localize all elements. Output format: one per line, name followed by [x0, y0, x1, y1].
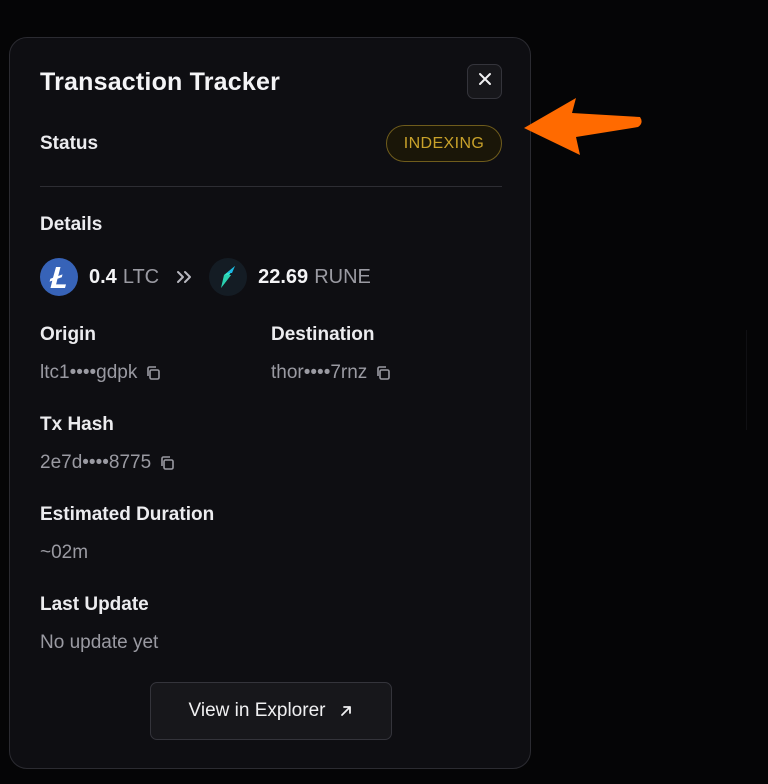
external-link-icon — [339, 704, 353, 718]
explorer-button-label: View in Explorer — [188, 700, 326, 721]
copy-icon[interactable] — [375, 365, 391, 381]
copy-icon[interactable] — [159, 455, 175, 471]
close-button[interactable] — [467, 64, 502, 99]
tx-hash-label: Tx Hash — [40, 414, 114, 435]
origin-address: ltc1••••gdpk — [40, 362, 161, 384]
divider — [746, 330, 747, 430]
destination-address: thor••••7rnz — [271, 362, 391, 384]
from-ticker: LTC — [122, 265, 160, 288]
estimated-duration-label: Estimated Duration — [40, 504, 215, 525]
destination-label: Destination — [271, 324, 375, 345]
swap-summary: 0.4 LTC 22.69 RUNE — [40, 258, 371, 296]
status-badge: INDEXING — [386, 125, 502, 162]
close-icon — [477, 71, 493, 92]
copy-icon[interactable] — [145, 365, 161, 381]
divider — [40, 186, 502, 187]
screen: Transaction Tracker Status INDEXING Deta… — [0, 0, 768, 784]
view-in-explorer-button[interactable]: View in Explorer — [150, 682, 392, 740]
status-label: Status — [40, 133, 99, 154]
last-update-value: No update yet — [40, 632, 159, 653]
details-label: Details — [40, 214, 103, 235]
to-ticker: RUNE — [314, 265, 371, 288]
tx-hash-value: 2e7d••••8775 — [40, 452, 152, 473]
from-amount: 0.4 — [89, 265, 117, 288]
to-amount: 22.69 — [258, 265, 309, 288]
estimated-duration-value: ~02m — [40, 542, 89, 563]
last-update-label: Last Update — [40, 594, 149, 615]
tx-hash: 2e7d••••8775 — [40, 452, 175, 474]
transaction-tracker-panel: Transaction Tracker Status INDEXING Deta… — [9, 37, 531, 769]
destination-value: thor••••7rnz — [271, 362, 368, 383]
arrow-pointer-icon — [520, 95, 646, 164]
origin-value: ltc1••••gdpk — [40, 362, 138, 383]
origin-label: Origin — [40, 324, 96, 345]
double-chevron-right-icon — [175, 269, 195, 285]
thorchain-icon — [209, 258, 248, 296]
panel-title: Transaction Tracker — [40, 68, 281, 96]
litecoin-icon — [40, 258, 78, 296]
